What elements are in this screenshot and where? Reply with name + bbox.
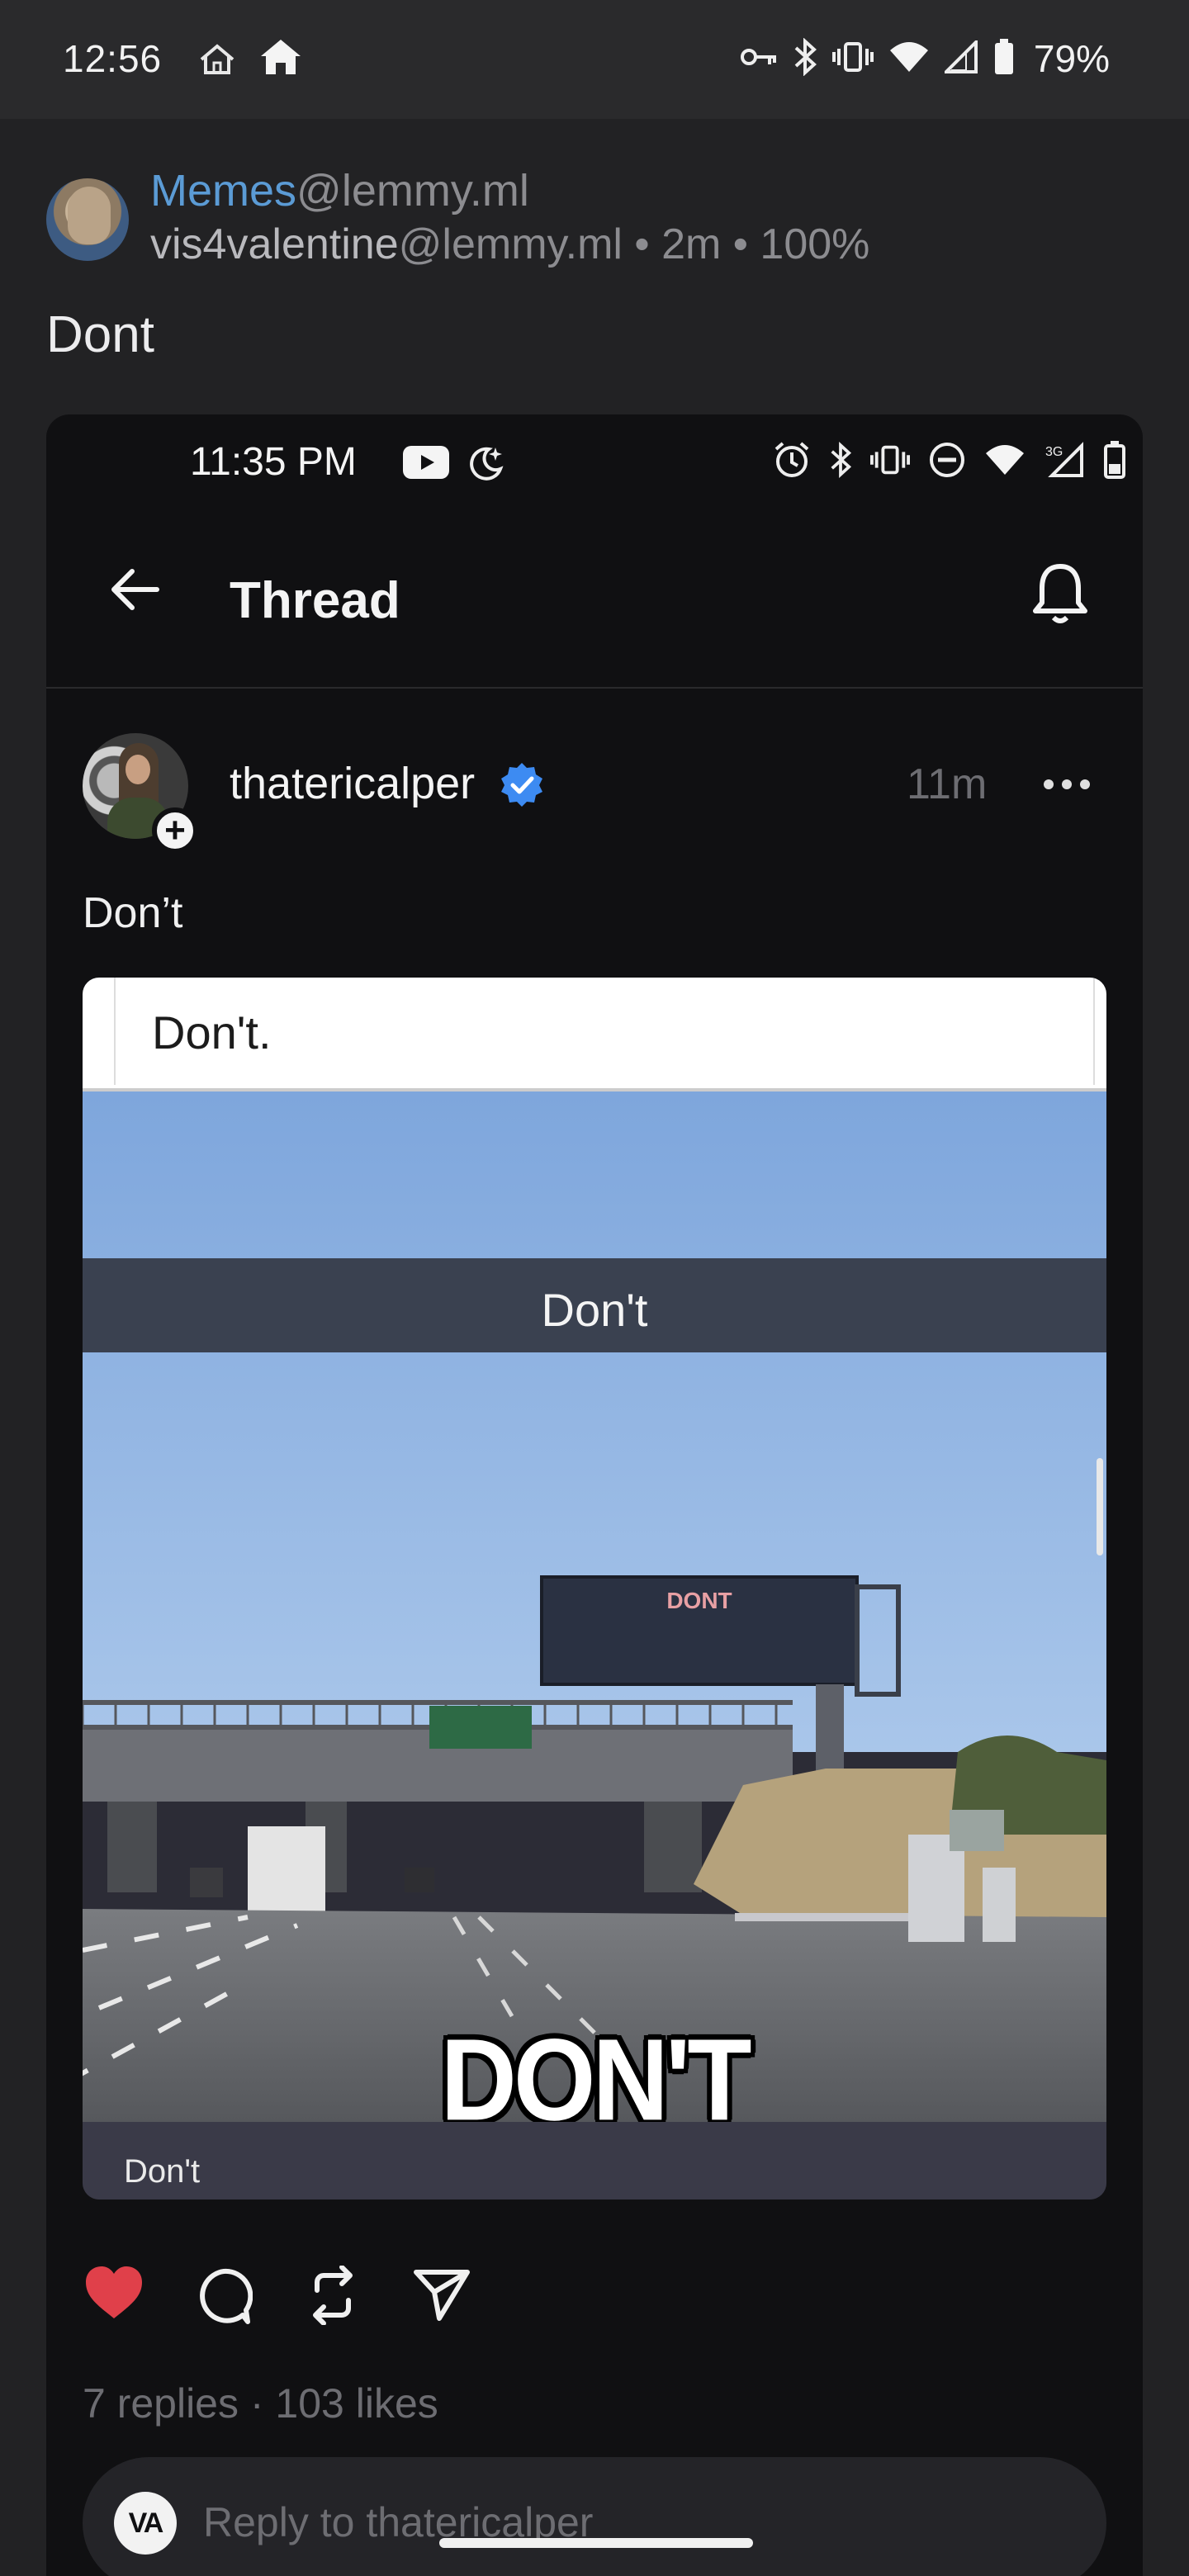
verified-badge-icon [499, 761, 545, 812]
meme-band-text: Don't [541, 1284, 648, 1336]
author-name[interactable]: vis4valentine [150, 220, 399, 268]
home-outline-icon [198, 43, 236, 80]
community-avatar[interactable] [46, 178, 129, 261]
post-title[interactable]: Dont [46, 305, 154, 364]
billboard-sign-text: DONT [666, 1588, 732, 1613]
community-link[interactable]: Memes@lemmy.ml [150, 165, 529, 216]
thread-author-row: + thatericalper 11m [46, 728, 1143, 854]
share-send-icon[interactable] [413, 2267, 471, 2326]
youtube-icon [403, 446, 449, 483]
meme-image[interactable]: Don't. Don't DONT DON'T Don't [83, 978, 1106, 2200]
signal-icon [942, 37, 979, 78]
reply-input[interactable]: VA Reply to thatericalper [83, 2457, 1106, 2576]
bluetooth-icon [829, 441, 852, 483]
bluetooth-icon [793, 36, 817, 80]
thread-app-bar: Thread [46, 514, 1143, 689]
meme-caption: Don't [124, 2153, 201, 2190]
follow-plus-icon[interactable]: + [152, 807, 198, 854]
battery-icon [1103, 441, 1126, 483]
vibrate-icon [831, 40, 874, 78]
meme-scroll-indicator [1097, 1458, 1103, 1556]
community-instance: @lemmy.ml [296, 166, 529, 215]
billboard-text: DONT [666, 1588, 732, 1613]
signal-3g-icon: 3G [1044, 441, 1085, 483]
author-instance: @lemmy.ml [398, 220, 623, 268]
thread-text: Don’t [83, 889, 183, 937]
comment-icon[interactable] [195, 2267, 253, 2329]
status-time: 12:56 [63, 37, 163, 80]
system-status-bar: 12:56 79% [0, 0, 1189, 119]
meme-top-panel: Don't. [83, 978, 1106, 1091]
embedded-status-time: 11:35 PM [190, 440, 357, 484]
wifi-icon [888, 40, 930, 78]
embedded-status-bar: 11:35 PM 3G [46, 414, 1143, 514]
svg-text:3G: 3G [1045, 445, 1063, 459]
battery-icon [994, 38, 1014, 79]
battery-percent: 79% [1033, 37, 1110, 80]
meme-top-text: Don't. [152, 1006, 272, 1058]
screen-title: Thread [230, 572, 400, 629]
thread-timestamp: 11m [907, 760, 988, 808]
user-avatar: VA [114, 2492, 177, 2555]
thread-username[interactable]: thatericalper [230, 758, 475, 809]
more-options-icon[interactable] [1044, 779, 1090, 789]
dnd-icon [928, 441, 966, 483]
home-filled-icon [259, 38, 302, 80]
back-arrow-icon[interactable] [107, 566, 160, 617]
alarm-icon [773, 441, 811, 483]
gesture-home-bar[interactable] [439, 2538, 753, 2548]
vpn-key-icon [740, 45, 778, 73]
bell-icon[interactable] [1029, 560, 1092, 630]
repost-icon[interactable] [306, 2265, 360, 2329]
wifi-icon [984, 443, 1026, 481]
heart-icon[interactable] [83, 2264, 145, 2326]
meme-caption-bar [83, 2122, 1106, 2200]
community-name[interactable]: Memes [150, 166, 296, 215]
moon-icon [467, 444, 505, 485]
replies-likes-count[interactable]: 7 replies · 103 likes [83, 2379, 438, 2427]
post-meta-details: • 2m • 100% [622, 220, 870, 268]
vibrate-icon [870, 443, 910, 481]
post-meta: vis4valentine@lemmy.ml • 2m • 100% [150, 220, 869, 269]
post-image[interactable]: 11:35 PM 3G Thread + thatericalper 11m D… [46, 414, 1143, 2576]
